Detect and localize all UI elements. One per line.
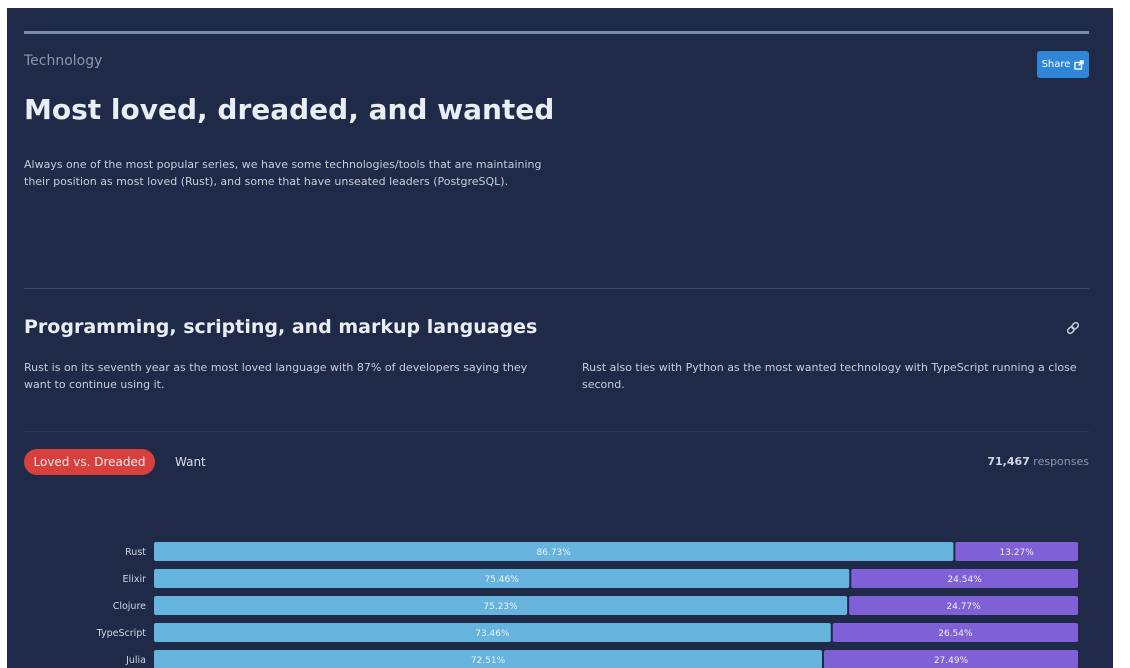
data-label-loved-elixir: 75.46%: [484, 575, 519, 585]
bar-loved-julia[interactable]: [154, 650, 822, 668]
section-text-right: Rust also ties with Python as the most w…: [582, 361, 1077, 391]
bar-dreaded-rust[interactable]: [955, 542, 1078, 561]
data-label-dreaded-elixir: 24.54%: [947, 575, 982, 585]
responses-label: responses: [1033, 455, 1089, 468]
responses-number: 71,467: [987, 455, 1030, 468]
data-label-dreaded-typescript: 26.54%: [938, 629, 973, 639]
bar-dreaded-clojure[interactable]: [849, 596, 1078, 615]
tabs-divider: [24, 431, 1089, 432]
bar-dreaded-typescript[interactable]: [832, 623, 1078, 642]
page-description: Always one of the most popular series, w…: [24, 158, 542, 188]
top-divider: [24, 31, 1089, 34]
category-label: Technology: [24, 53, 103, 69]
data-label-loved-clojure: 75.23%: [483, 602, 518, 612]
category-label-julia: Julia: [125, 655, 146, 666]
share-label: Share: [1041, 59, 1071, 70]
external-link-icon: [1074, 59, 1085, 70]
bar-loved-elixir[interactable]: [154, 569, 850, 588]
data-label-dreaded-rust: 13.27%: [1000, 548, 1035, 558]
data-label-dreaded-clojure: 24.77%: [946, 602, 981, 612]
survey-panel: Technology Share Most loved, dreaded, an…: [7, 8, 1113, 668]
link-icon[interactable]: [1065, 320, 1081, 336]
share-button[interactable]: Share: [1037, 51, 1089, 78]
data-label-loved-julia: 72.51%: [471, 656, 506, 666]
section-divider: [24, 288, 1089, 289]
bar-loved-typescript[interactable]: [154, 623, 831, 642]
category-label-clojure: Clojure: [113, 601, 146, 612]
data-label-loved-rust: 86.73%: [537, 548, 572, 558]
bar-dreaded-julia[interactable]: [823, 650, 1078, 668]
category-label-rust: Rust: [125, 547, 146, 558]
responses-count: 71,467 responses: [987, 455, 1089, 468]
data-label-dreaded-julia: 27.49%: [934, 656, 969, 666]
bar-dreaded-elixir[interactable]: [851, 569, 1078, 588]
tab-loved-vs-dreaded[interactable]: Loved vs. Dreaded: [24, 449, 155, 475]
category-label-elixir: Elixir: [123, 574, 147, 585]
section-title: Programming, scripting, and markup langu…: [24, 316, 538, 338]
page-title: Most loved, dreaded, and wanted: [24, 93, 555, 126]
category-label-typescript: TypeScript: [96, 628, 147, 639]
bar-loved-clojure[interactable]: [154, 596, 848, 615]
tab-want[interactable]: Want: [175, 449, 206, 475]
section-text-left: Rust is on its seventh year as the most …: [24, 361, 528, 391]
bar-loved-rust[interactable]: [154, 542, 954, 561]
data-label-loved-typescript: 73.46%: [475, 629, 510, 639]
